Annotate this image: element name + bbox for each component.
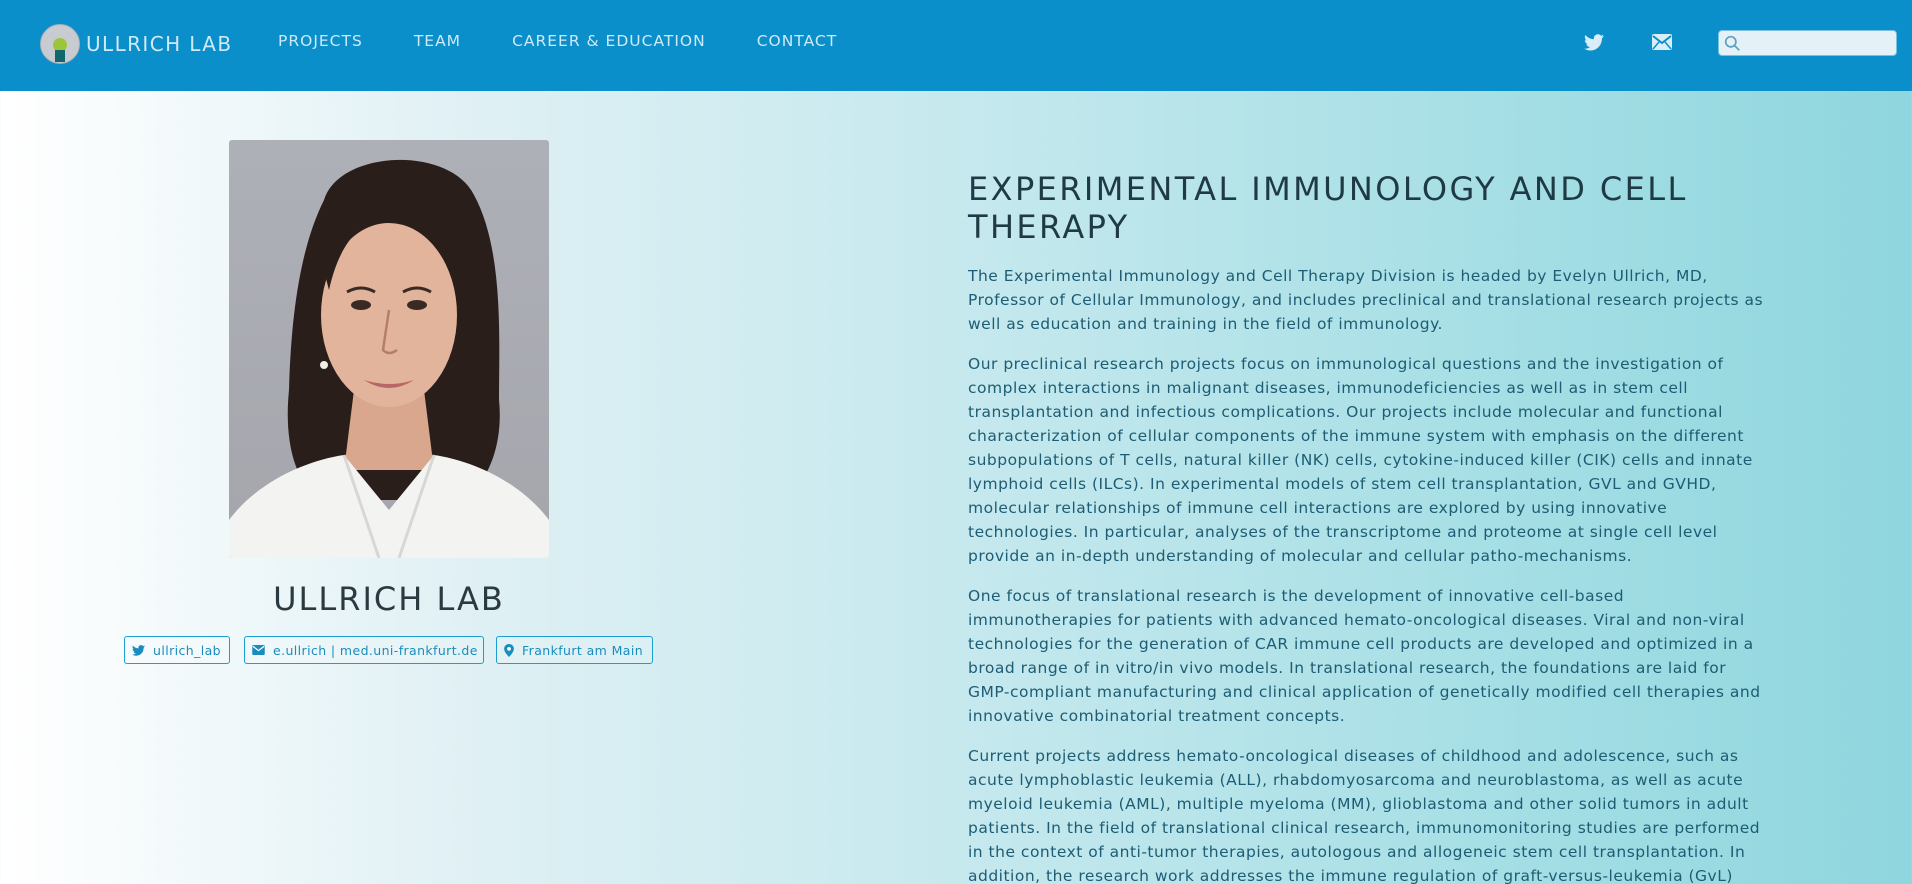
site-logo-text: ULLRICH LAB [86,32,233,56]
location-link[interactable]: Frankfurt am Main [496,636,653,664]
location-label: Frankfurt am Main [522,642,644,658]
top-navigation-bar: ULLRICH LAB PROJECTS TEAM CAREER & EDUCA… [0,0,1912,91]
main-nav: PROJECTS TEAM CAREER & EDUCATION CONTACT [278,32,837,50]
lab-logo-icon [40,24,80,64]
preclinical-paragraph: Our preclinical research projects focus … [968,355,1753,565]
twitter-icon[interactable] [1584,34,1606,52]
search-input[interactable] [1745,33,1894,55]
mail-icon [252,645,265,655]
nav-item-career-education[interactable]: CAREER & EDUCATION [512,32,706,50]
site-logo[interactable]: ULLRICH LAB [40,24,232,64]
current-projects-paragraph: Current projects address hemato-oncologi… [968,747,1761,884]
email-link[interactable]: e.ullrich | med.uni-frankfurt.de [244,636,484,664]
twitter-handle-label: ullrich_lab [153,642,221,658]
search-icon [1724,35,1740,51]
email-label: e.ullrich | med.uni-frankfurt.de [273,642,478,658]
intro-paragraph: The Experimental Immunology and Cell The… [968,267,1764,333]
lab-title: ULLRICH LAB [273,580,505,618]
twitter-handle-link[interactable]: ullrich_lab [124,636,230,664]
main-content: EXPERIMENTAL IMMUNOLOGY AND CELL THERAPY… [968,170,1768,884]
twitter-icon [132,644,145,656]
location-pin-icon [504,643,514,657]
mail-icon[interactable] [1652,34,1674,52]
nav-item-projects[interactable]: PROJECTS [278,32,363,50]
page-title: EXPERIMENTAL IMMUNOLOGY AND CELL THERAPY [968,170,1688,246]
nav-item-contact[interactable]: CONTACT [757,32,838,50]
translational-paragraph: One focus of translational research is t… [968,587,1761,725]
search-box[interactable] [1718,30,1897,56]
nav-item-team[interactable]: TEAM [414,32,461,50]
portrait-photo [229,140,549,558]
